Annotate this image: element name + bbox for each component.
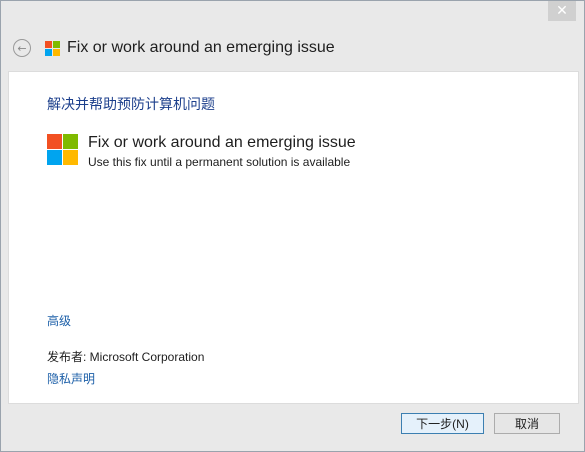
page-title: Fix or work around an emerging issue: [67, 39, 335, 56]
title-bar: ✕: [1, 1, 584, 25]
microsoft-logo-icon: [47, 134, 78, 165]
cancel-button[interactable]: 取消: [494, 413, 560, 434]
back-arrow-icon: ←: [17, 41, 27, 55]
back-button[interactable]: ←: [13, 39, 31, 57]
button-bar: 下一步(N) 取消: [1, 403, 584, 451]
publisher-label: 发布者: Microsoft Corporation: [47, 350, 205, 364]
close-icon: ✕: [556, 3, 568, 19]
next-button[interactable]: 下一步(N): [401, 413, 484, 434]
content-panel: 解决并帮助预防计算机问题 Fix or work around an emerg…: [8, 71, 579, 404]
troubleshooter-window: ✕ ← Fix or work around an emerging issue…: [0, 0, 585, 452]
close-button[interactable]: ✕: [548, 1, 576, 21]
option-description: Use this fix until a permanent solution …: [88, 155, 351, 169]
wizard-header: ← Fix or work around an emerging issue: [1, 31, 584, 67]
advanced-link[interactable]: 高级: [47, 312, 71, 329]
wizard-heading: 解决并帮助预防计算机问题: [47, 96, 215, 112]
microsoft-logo-icon: [45, 41, 60, 56]
option-title: Fix or work around an emerging issue: [88, 134, 356, 151]
privacy-statement-link[interactable]: 隐私声明: [47, 370, 95, 387]
fix-option[interactable]: Fix or work around an emerging issue Use…: [47, 134, 547, 174]
